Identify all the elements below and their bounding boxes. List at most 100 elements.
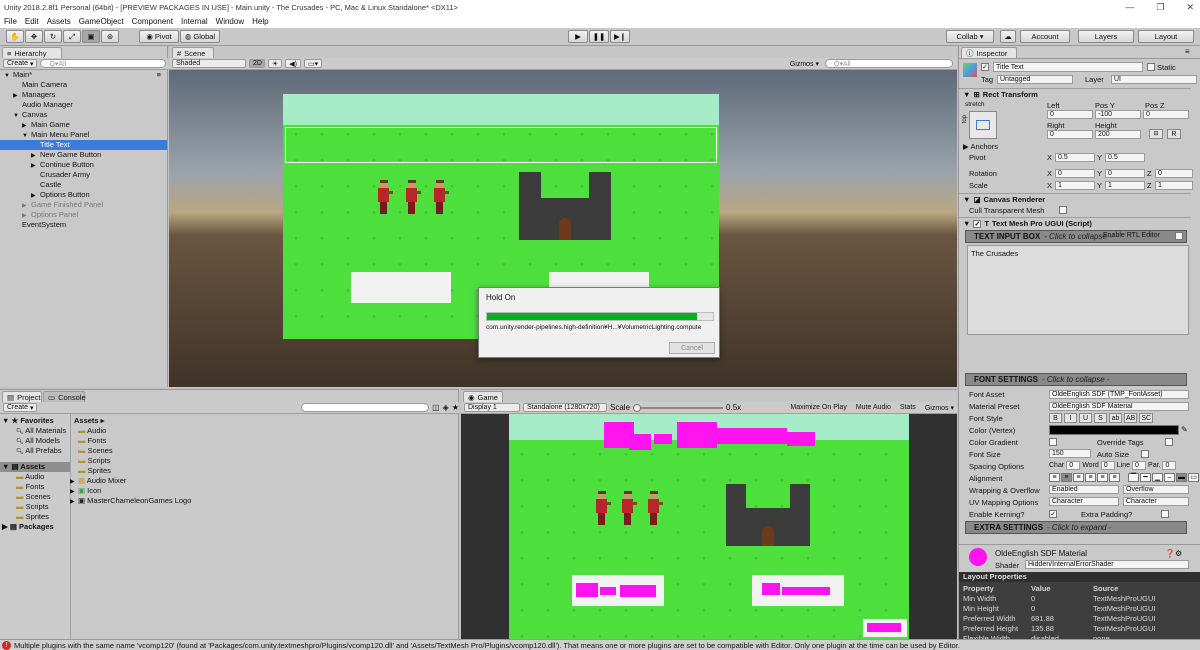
align-midline-icon[interactable]: ▬ <box>1176 473 1187 482</box>
font-asset-field[interactable]: OldeEnglish SDF (TMP_FontAsset) <box>1049 390 1189 399</box>
account-dropdown[interactable]: Account <box>1020 30 1070 43</box>
filter-label-icon[interactable]: ◈ <box>443 403 449 412</box>
dialog-cancel-button[interactable]: Cancel <box>669 342 715 354</box>
anchors-label[interactable]: ▶ Anchors <box>963 142 998 151</box>
hierarchy-item[interactable]: EventSystem <box>0 220 167 230</box>
scene-gizmos-dropdown[interactable]: Gizmos ▾ <box>787 59 822 68</box>
assets-tree-item[interactable]: ▬ Sprites <box>0 512 70 522</box>
mute-audio-toggle[interactable]: Mute Audio <box>853 403 894 412</box>
material-help-icon[interactable]: ❓⚙ <box>1165 549 1182 558</box>
mode-2d-toggle[interactable]: 2D <box>249 59 265 68</box>
assets-node[interactable]: ▼ ▤ Assets <box>0 462 70 472</box>
tmp-header[interactable]: ▼ ✓ T Text Mesh Pro UGUI (Script) <box>959 217 1191 229</box>
effects-toggle-icon[interactable]: ▭▾ <box>304 59 323 68</box>
wrapping-dropdown[interactable]: Enabled <box>1049 485 1119 494</box>
scale-slider-thumb[interactable] <box>633 403 642 412</box>
font-style-button[interactable]: ab <box>1109 413 1122 423</box>
asset-item[interactable]: ▶ ▣ MasterChameleonGames Logo <box>70 496 448 506</box>
transform-tool-icon[interactable]: ⊛ <box>101 30 119 43</box>
project-create-button[interactable]: Create ▾ <box>3 403 38 412</box>
pause-button[interactable]: ❚❚ <box>589 30 609 43</box>
layer-dropdown[interactable]: UI <box>1111 75 1197 84</box>
align-justify-icon[interactable]: ≡ <box>1085 473 1096 482</box>
align-center-icon[interactable]: ≡ <box>1061 473 1072 482</box>
font-settings-band[interactable]: FONT SETTINGS - Click to collapse - <box>965 373 1187 386</box>
assets-tree-item[interactable]: ▬ Scripts <box>0 502 70 512</box>
raw-edit-button[interactable]: R <box>1167 129 1181 139</box>
hierarchy-item[interactable]: ▼ Main* ≡ <box>0 70 167 80</box>
font-size-field[interactable]: 150 <box>1049 449 1091 458</box>
asset-item[interactable]: ▬ Fonts <box>78 436 448 446</box>
title-text-rect[interactable] <box>285 127 717 163</box>
font-style-button[interactable]: S <box>1094 413 1107 423</box>
hierarchy-item[interactable]: ▶ Managers <box>0 90 167 100</box>
spacing-line-field[interactable]: 0 <box>1132 461 1147 470</box>
favorites-item[interactable]: 🔍︎ All Prefabs <box>0 446 70 456</box>
packages-node[interactable]: ▶ ▤ Packages <box>0 522 70 532</box>
star-icon[interactable]: ★ <box>452 403 459 412</box>
shader-dropdown[interactable]: Hidden/InternalErrorShader <box>1025 560 1189 569</box>
audio-toggle-icon[interactable]: ◀) <box>285 59 301 68</box>
tab-inspector[interactable]: ⓘ Inspector <box>961 47 1017 58</box>
maximize-icon[interactable]: ❐ <box>1156 2 1164 13</box>
tab-game[interactable]: ◉ Game <box>463 391 503 402</box>
collab-button[interactable]: Collab ▾ <box>946 30 994 43</box>
game-screen[interactable] <box>509 414 909 640</box>
hierarchy-item[interactable]: ▶ Continue Button <box>0 160 167 170</box>
assets-tree-item[interactable]: ▬ Audio <box>0 472 70 482</box>
global-toggle[interactable]: ◍ Global <box>180 30 220 43</box>
spacing-char-field[interactable]: 0 <box>1066 461 1081 470</box>
scale-x-field[interactable]: 1 <box>1055 181 1095 190</box>
align-top-icon[interactable]: ▔ <box>1128 473 1139 482</box>
gameobject-name-field[interactable]: Title Text <box>993 62 1143 72</box>
right-field[interactable]: 0 <box>1047 130 1093 139</box>
rot-z-field[interactable]: 0 <box>1155 169 1193 178</box>
menu-internal[interactable]: Internal <box>181 17 208 26</box>
rotate-tool-icon[interactable]: ↻ <box>44 30 62 43</box>
layers-dropdown[interactable]: Layers <box>1078 30 1134 43</box>
canvas-renderer-header[interactable]: ▼ ◪ Canvas Renderer <box>959 193 1191 205</box>
kerning-checkbox[interactable]: ✓ <box>1049 510 1057 518</box>
extra-settings-band[interactable]: EXTRA SETTINGS - Click to expand - <box>965 521 1187 534</box>
close-icon[interactable]: ✕ <box>1186 2 1194 13</box>
hand-tool-icon[interactable]: ✋ <box>6 30 24 43</box>
scale-y-field[interactable]: 1 <box>1105 181 1145 190</box>
text-input-area[interactable]: The Crusades <box>967 245 1189 335</box>
move-tool-icon[interactable]: ✥ <box>25 30 43 43</box>
hierarchy-item[interactable]: Main Camera <box>0 80 167 90</box>
static-checkbox[interactable] <box>1147 63 1155 71</box>
shading-dropdown[interactable]: Shaded <box>172 59 246 68</box>
align-middle-icon[interactable]: ━ <box>1140 473 1151 482</box>
posy-field[interactable]: -100 <box>1095 110 1141 119</box>
scene-search-input[interactable]: Q▾All <box>825 59 953 68</box>
tab-project[interactable]: ▤ Project <box>2 391 42 402</box>
align-baseline-icon[interactable]: ⎯ <box>1164 473 1175 482</box>
tab-hierarchy[interactable]: ≡ Hierarchy <box>2 47 62 58</box>
hierarchy-item[interactable]: ▶ Game Finished Panel <box>0 200 167 210</box>
material-preset-dropdown[interactable]: OldeEnglish SDF Material <box>1049 402 1189 411</box>
asset-item[interactable]: ▬ Audio <box>78 426 448 436</box>
extra-padding-checkbox[interactable] <box>1161 510 1169 518</box>
scale-z-field[interactable]: 1 <box>1155 181 1193 190</box>
favorites-item[interactable]: 🔍︎ All Materials <box>0 426 70 436</box>
lighting-toggle-icon[interactable]: ☀ <box>268 59 283 68</box>
font-style-button[interactable]: U <box>1079 413 1092 423</box>
tab-scene[interactable]: # Scene <box>172 47 214 58</box>
align-capline-icon[interactable]: ▭ <box>1188 473 1199 482</box>
hierarchy-item[interactable]: ▶ New Game Button <box>0 150 167 160</box>
project-search-input[interactable] <box>301 403 430 412</box>
project-breadcrumb[interactable]: Assets ▸ <box>74 416 104 425</box>
posz-field[interactable]: 0 <box>1143 110 1189 119</box>
asset-item[interactable]: ▬ Scripts <box>78 456 448 466</box>
overflow-dropdown[interactable]: Overflow <box>1123 485 1189 494</box>
hierarchy-item[interactable]: ▶ Main Game <box>0 120 167 130</box>
align-bottom-icon[interactable]: ▁ <box>1152 473 1163 482</box>
favorites-item[interactable]: 🔍︎ All Models <box>0 436 70 446</box>
asset-item[interactable]: ▶ ▣ Icon <box>70 486 448 496</box>
minimize-icon[interactable]: — <box>1125 2 1134 12</box>
font-style-button[interactable]: AB <box>1124 413 1138 423</box>
pivot-y-field[interactable]: 0.5 <box>1105 153 1145 162</box>
font-style-button[interactable]: SC <box>1139 413 1154 423</box>
pivot-toggle[interactable]: ◉ Pivot <box>139 30 179 43</box>
hierarchy-item[interactable]: ▶ Options Button <box>0 190 167 200</box>
